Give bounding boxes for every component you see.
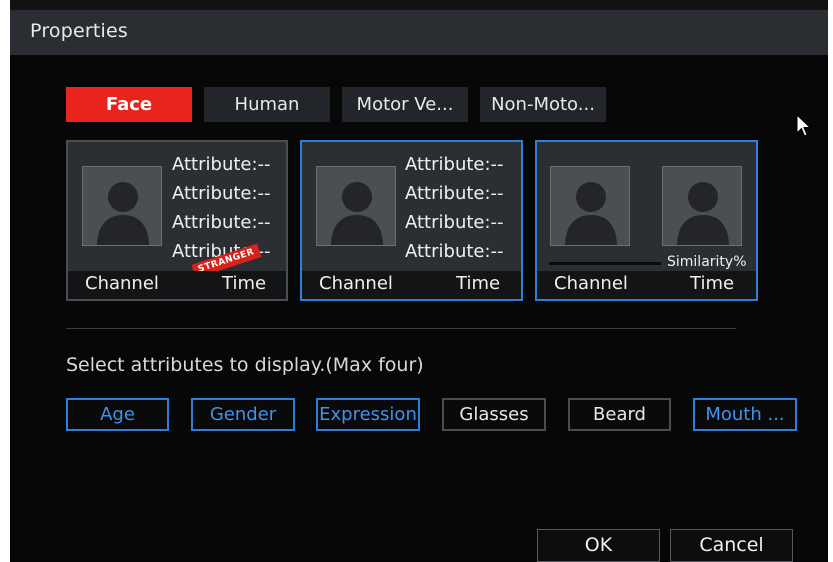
mouse-pointer-icon	[796, 113, 812, 142]
channel-label: Channel	[554, 273, 628, 294]
attribute-option-expression[interactable]: Expression	[316, 398, 420, 431]
attribute-option-glasses[interactable]: Glasses	[442, 398, 546, 431]
tab-non-motor-vehicle[interactable]: Non-Moto...	[480, 87, 606, 122]
attribute-line: Attribute:--	[405, 154, 504, 175]
channel-label: Channel	[319, 273, 393, 294]
person-silhouette-icon	[82, 166, 162, 246]
attribute-option-beard[interactable]: Beard	[568, 398, 671, 431]
preview-card-similarity[interactable]: Similarity% Channel Time	[535, 140, 758, 301]
preview-card-stranger[interactable]: Attribute:-- Attribute:-- Attribute:-- A…	[66, 140, 288, 301]
tab-human[interactable]: Human	[204, 87, 330, 122]
properties-dialog: Properties Face Human Motor Ve... Non-Mo…	[10, 10, 828, 562]
time-label: Time	[222, 273, 267, 294]
matched-person-silhouette-icon	[662, 166, 742, 246]
attribute-option-age[interactable]: Age	[66, 398, 169, 431]
time-label: Time	[456, 273, 501, 294]
dialog-titlebar: Properties	[10, 10, 828, 55]
tab-face[interactable]: Face	[66, 87, 192, 122]
card-footer: Channel Time	[302, 271, 521, 299]
time-label: Time	[690, 273, 735, 294]
preview-card-attributes[interactable]: Attribute:-- Attribute:-- Attribute:-- A…	[300, 140, 523, 301]
attribute-line: Attribute:--	[172, 183, 271, 204]
person-silhouette-icon	[550, 166, 630, 246]
section-divider	[66, 328, 736, 329]
attribute-option-mouth[interactable]: Mouth ...	[693, 398, 797, 431]
attribute-line: Attribute:--	[405, 183, 504, 204]
dialog-title: Properties	[30, 20, 129, 42]
person-silhouette-icon	[316, 166, 396, 246]
cancel-button[interactable]: Cancel	[670, 529, 793, 562]
attribute-option-gender[interactable]: Gender	[191, 398, 295, 431]
attribute-line: Attribute:--	[405, 241, 504, 262]
attribute-list: Attribute:-- Attribute:-- Attribute:-- A…	[405, 150, 504, 266]
attribute-line: Attribute:--	[405, 212, 504, 233]
similarity-bar	[549, 262, 661, 265]
tab-motor-vehicle[interactable]: Motor Ve...	[342, 87, 468, 122]
card-footer: Channel Time	[537, 271, 756, 299]
attribute-line: Attribute:--	[172, 212, 271, 233]
ok-button[interactable]: OK	[537, 529, 660, 562]
similarity-label: Similarity%	[667, 254, 747, 270]
attribute-line: Attribute:--	[172, 154, 271, 175]
card-footer: Channel Time	[68, 271, 286, 299]
channel-label: Channel	[85, 273, 159, 294]
instruction-text: Select attributes to display.(Max four)	[66, 354, 424, 376]
